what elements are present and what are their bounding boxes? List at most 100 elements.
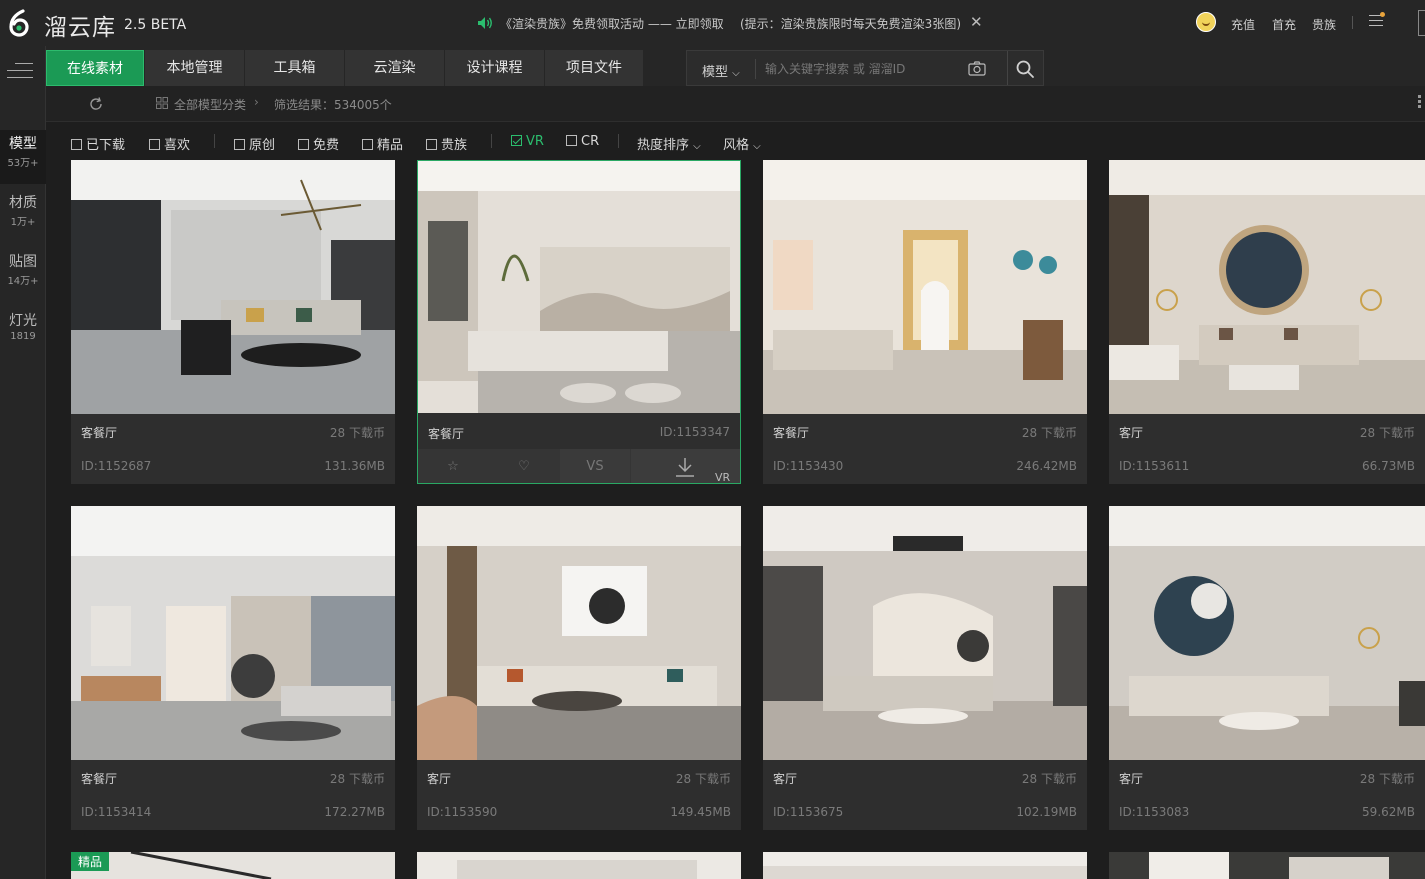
- card-category: 客餐厅: [81, 426, 118, 440]
- promo-link[interactable]: 《渲染贵族》免费领取活动 —— 立即领取: [500, 15, 724, 32]
- model-card[interactable]: 精品: [71, 852, 395, 879]
- tab-local-management[interactable]: 本地管理: [145, 50, 244, 86]
- model-thumbnail: [418, 161, 740, 413]
- model-card[interactable]: 客厅 28 下载币 ID:1153590 149.45MB: [417, 506, 741, 830]
- tab-design-courses[interactable]: 设计课程: [445, 50, 544, 86]
- card-id: ID:1153083: [1119, 805, 1190, 819]
- card-category: 客餐厅: [428, 427, 465, 441]
- filter-label: 已下载: [86, 138, 126, 153]
- camera-icon[interactable]: [968, 61, 986, 76]
- app-logo-icon: [9, 9, 29, 37]
- rail-count: 53万+: [7, 158, 39, 169]
- rail-item-material[interactable]: 材质 1万+: [0, 189, 46, 243]
- filter-label: 贵族: [441, 138, 468, 153]
- style-dropdown[interactable]: 风格 ⌵: [723, 134, 761, 153]
- divider: [1007, 51, 1008, 85]
- tab-cloud-render[interactable]: 云渲染: [345, 50, 444, 86]
- avatar[interactable]: [1196, 12, 1216, 32]
- speaker-icon: [478, 17, 492, 29]
- first-recharge-link[interactable]: 首充: [1272, 16, 1296, 33]
- model-card[interactable]: 客餐厅 28 下载币 ID:1153414 172.27MB: [71, 506, 395, 830]
- model-thumbnail: [71, 160, 395, 414]
- card-category: 客厅: [773, 772, 798, 786]
- noble-link[interactable]: 贵族: [1312, 16, 1336, 33]
- model-card[interactable]: 客厅 28 下载币 ID:1153083 59.62MB: [1109, 506, 1425, 830]
- filter-downloaded[interactable]: 已下载: [71, 134, 125, 153]
- rail-item-model[interactable]: 模型 53万+: [0, 130, 46, 184]
- collapse-menu-icon[interactable]: [7, 63, 33, 79]
- divider: [1352, 16, 1353, 29]
- model-card[interactable]: [1109, 852, 1425, 879]
- card-size: 102.19MB: [1016, 805, 1077, 819]
- checkbox: [362, 139, 373, 150]
- style-label: 风格: [723, 138, 750, 153]
- download-button[interactable]: VR: [631, 449, 740, 484]
- breadcrumb-all-categories[interactable]: 全部模型分类: [174, 96, 246, 113]
- card-size: 149.45MB: [670, 805, 731, 819]
- divider: [491, 134, 492, 148]
- download-icon: [676, 458, 694, 477]
- tab-project-files[interactable]: 项目文件: [545, 50, 643, 86]
- model-card[interactable]: 客厅 28 下载币 ID:1153611 66.73MB: [1109, 160, 1425, 484]
- card-id: ID:1153414: [81, 805, 152, 819]
- tab-online-assets[interactable]: 在线素材: [46, 50, 144, 86]
- model-card[interactable]: 客餐厅 28 下载币 ID:1153430 246.42MB: [763, 160, 1087, 484]
- menu-icon[interactable]: [1369, 15, 1383, 29]
- checkbox: [426, 139, 437, 150]
- close-icon[interactable]: ✕: [970, 13, 983, 31]
- premium-badge: 精品: [71, 852, 110, 871]
- search-box: 模型 ⌵: [686, 50, 1044, 86]
- vr-tag: VR: [715, 471, 731, 484]
- model-thumbnail: [763, 160, 1087, 414]
- card-id: ID:1153347: [659, 425, 730, 439]
- model-thumbnail: [417, 506, 741, 760]
- star-icon[interactable]: ☆: [418, 449, 488, 483]
- rail-item-texture[interactable]: 贴图 14万+: [0, 248, 46, 302]
- rail-label: 材质: [9, 195, 37, 211]
- card-id: ID:1153675: [773, 805, 844, 819]
- compare-button[interactable]: VS: [560, 449, 630, 483]
- card-category: 客厅: [1119, 426, 1144, 440]
- filter-label: 喜欢: [164, 138, 191, 153]
- filter-cr[interactable]: CR: [566, 134, 599, 149]
- model-thumbnail: [71, 506, 395, 760]
- card-id: ID:1152687: [81, 459, 152, 473]
- card-category: 客餐厅: [81, 772, 118, 786]
- more-icon[interactable]: [1418, 95, 1422, 111]
- checkbox: [298, 139, 309, 150]
- recharge-link[interactable]: 充值: [1231, 16, 1255, 33]
- filter-noble[interactable]: 贵族: [426, 134, 467, 153]
- sort-dropdown[interactable]: 热度排序 ⌵: [637, 134, 701, 153]
- filter-liked[interactable]: 喜欢: [149, 134, 190, 153]
- filter-vr[interactable]: VR: [511, 134, 544, 149]
- search-input[interactable]: [765, 57, 955, 81]
- tab-toolbox[interactable]: 工具箱: [245, 50, 344, 86]
- model-card[interactable]: 客厅 28 下载币 ID:1153675 102.19MB: [763, 506, 1087, 830]
- refresh-icon[interactable]: [88, 96, 104, 112]
- search-icon[interactable]: [1015, 59, 1035, 79]
- model-card-selected[interactable]: 客餐厅 ID:1153347 ☆ ♡ VS VR: [417, 160, 741, 484]
- card-id: ID:1153611: [1119, 459, 1190, 473]
- title-bar: 溜云库 2.5 BETA 《渲染贵族》免费领取活动 —— 立即领取 (提示：渲染…: [0, 0, 1425, 46]
- rail-item-light[interactable]: 灯光 1819: [0, 307, 46, 361]
- model-card[interactable]: [763, 852, 1087, 879]
- divider: [618, 134, 619, 148]
- model-card[interactable]: 客餐厅 28 下载币 ID:1152687 131.36MB: [71, 160, 395, 484]
- filter-original[interactable]: 原创: [234, 134, 275, 153]
- search-type-label: 模型: [702, 65, 729, 80]
- checkbox: [234, 139, 245, 150]
- model-thumbnail: [763, 506, 1087, 760]
- main-nav: 在线素材 本地管理 工具箱 云渲染 设计课程 项目文件 模型 ⌵: [46, 46, 1425, 86]
- chevron-down-icon: ⌵: [732, 68, 740, 79]
- category-grid-icon: [156, 97, 168, 109]
- rail-count: 1万+: [10, 217, 36, 228]
- model-card[interactable]: [417, 852, 741, 879]
- model-thumbnail: [71, 852, 395, 879]
- search-type-dropdown[interactable]: 模型 ⌵: [702, 61, 740, 80]
- filter-free[interactable]: 免费: [298, 134, 339, 153]
- breadcrumb: 全部模型分类 › 筛选结果：534005个: [46, 86, 1425, 122]
- card-size: 246.42MB: [1016, 459, 1077, 473]
- card-category: 客餐厅: [773, 426, 810, 440]
- filter-premium[interactable]: 精品: [362, 134, 403, 153]
- heart-icon[interactable]: ♡: [489, 449, 559, 483]
